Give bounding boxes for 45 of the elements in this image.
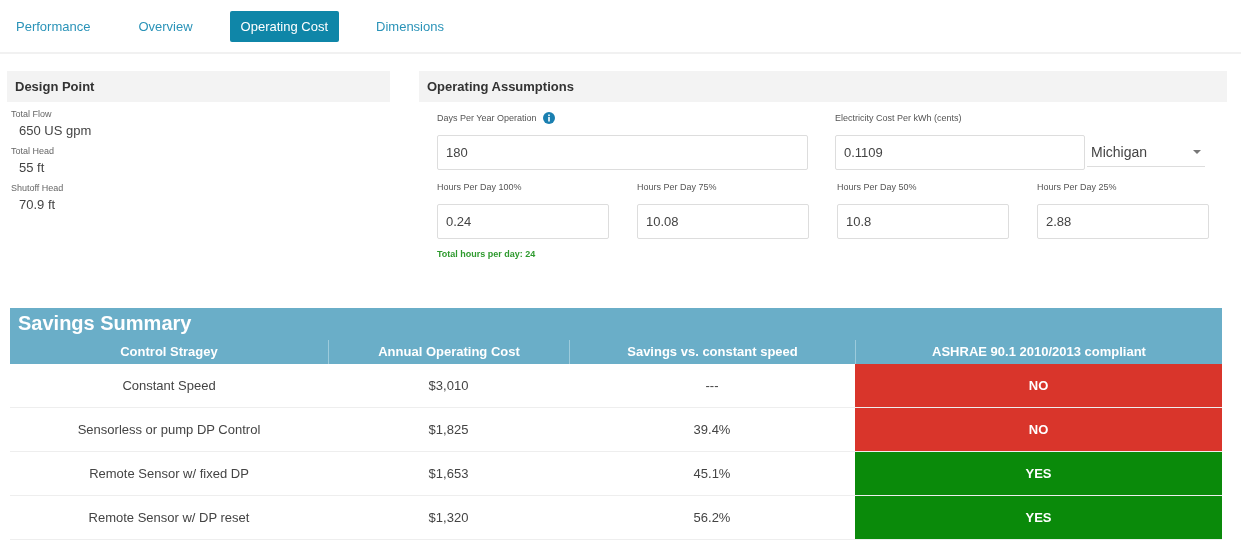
input-field[interactable]: 10.08 [637, 204, 809, 239]
field-label: Total Head [11, 146, 56, 156]
info-icon[interactable] [542, 112, 555, 124]
table-cell: Remote Sensor w/ fixed DP [10, 452, 328, 496]
compliance-cell: YES [855, 452, 1222, 496]
input-field[interactable]: 10.8 [837, 204, 1009, 239]
field-value: 70.9 ft [18, 196, 57, 214]
column-header: Annual Operating Cost [328, 340, 569, 364]
field-value: 55 ft [18, 159, 46, 177]
tab[interactable]: Overview [127, 10, 204, 42]
column-header: Control Stragey [10, 340, 328, 364]
tab[interactable]: Performance [5, 10, 102, 42]
input-field[interactable]: 0.24 [437, 204, 609, 239]
table-cell: $3,010 [328, 364, 569, 408]
panel-title: Operating Assumptions [427, 79, 574, 94]
field-value: 650 US gpm [18, 122, 93, 140]
input-field[interactable]: 180 [437, 135, 808, 170]
table-cell: Sensorless or pump DP Control [10, 408, 328, 452]
table-cell: Constant Speed [10, 364, 328, 408]
column-header: Savings vs. constant speed [569, 340, 855, 364]
input-field[interactable]: 2.88 [1037, 204, 1209, 239]
field-label: Hours Per Day 75% [637, 182, 717, 192]
compliance-cell: NO [855, 364, 1222, 408]
table-cell: $1,320 [328, 496, 569, 540]
caret-icon [1193, 149, 1201, 154]
compliance-cell: NO [855, 408, 1222, 452]
field-label: Hours Per Day 50% [837, 182, 917, 192]
field-label: Days Per Year Operation [437, 113, 537, 123]
panel-title: Design Point [15, 79, 95, 94]
field-label: Hours Per Day 100% [437, 182, 522, 192]
table-cell: $1,653 [328, 452, 569, 496]
tab[interactable]: Operating Cost [229, 10, 340, 42]
compliance-cell: YES [855, 496, 1222, 540]
field-label: Electricity Cost Per kWh (cents) [835, 113, 962, 123]
field-label: Shutoff Head [11, 183, 65, 193]
column-header: ASHRAE 90.1 2010/2013 compliant [855, 340, 1222, 364]
total-hours-note: Total hours per day: 24 [437, 249, 537, 259]
tab[interactable]: Dimensions [365, 10, 455, 42]
input-field[interactable]: 0.1109 [835, 135, 1085, 170]
table-cell: $1,825 [328, 408, 569, 452]
table-title: Savings Summary [10, 308, 1222, 340]
table-cell: Remote Sensor w/ DP reset [10, 496, 328, 540]
field-label: Total Flow [11, 109, 53, 119]
field-label: Hours Per Day 25% [1037, 182, 1117, 192]
state-dropdown[interactable]: Michigan [1087, 137, 1205, 167]
